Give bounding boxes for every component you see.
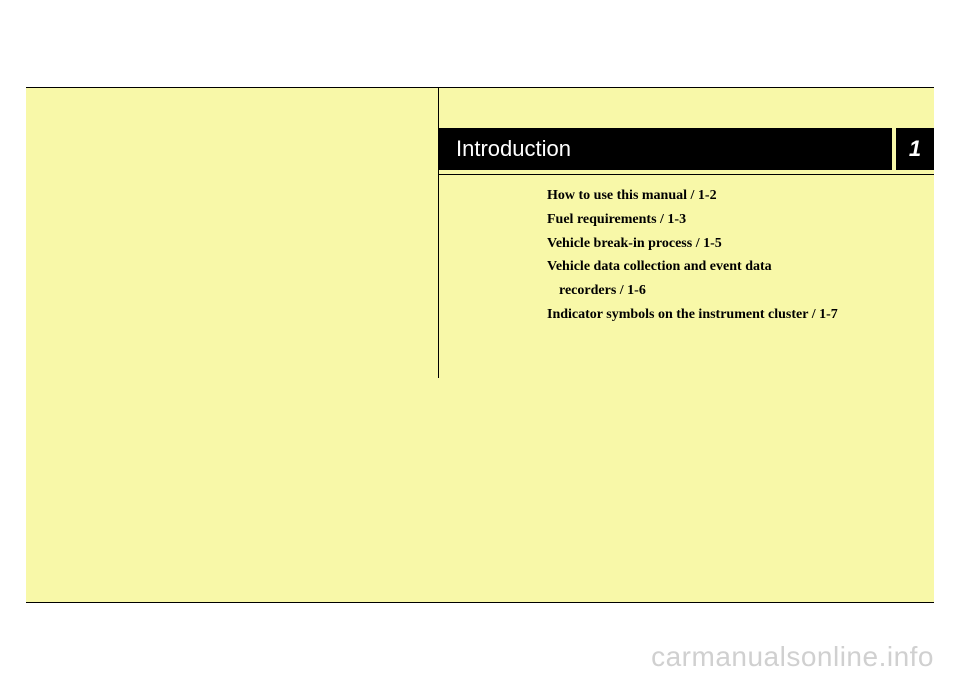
toc-item: Vehicle data collection and event data bbox=[547, 255, 927, 279]
toc-item-continuation: recorders / 1-6 bbox=[547, 279, 927, 303]
toc-item: Fuel requirements / 1-3 bbox=[547, 208, 927, 232]
bottom-rule bbox=[26, 602, 934, 603]
chapter-number: 1 bbox=[892, 128, 934, 170]
toc-item: Indicator symbols on the instrument clus… bbox=[547, 303, 927, 327]
toc-item: Vehicle break-in process / 1-5 bbox=[547, 232, 927, 256]
table-of-contents: How to use this manual / 1-2 Fuel requir… bbox=[547, 184, 927, 327]
chapter-header: Introduction 1 bbox=[438, 128, 934, 170]
header-underline bbox=[438, 174, 934, 175]
watermark: carmanualsonline.info bbox=[651, 641, 934, 673]
chapter-title: Introduction bbox=[438, 136, 892, 162]
toc-item: How to use this manual / 1-2 bbox=[547, 184, 927, 208]
